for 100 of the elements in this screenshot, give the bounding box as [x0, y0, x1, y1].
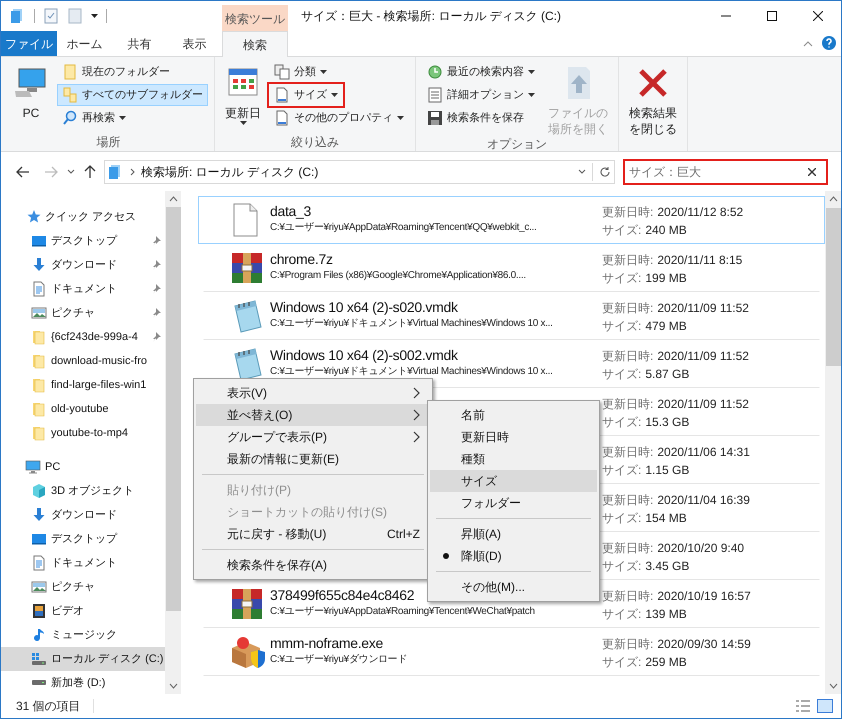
details-view-icon[interactable] [795, 699, 811, 713]
result-row[interactable]: chrome.7z C:¥Program Files (x86)¥Google¥Chrome¥Application¥86.0.... 更新日時: 2020/11/11 8:15 サイズ: 199 MB [203, 244, 820, 292]
menu-item[interactable]: サイズ [430, 470, 597, 492]
scroll-thumb[interactable] [166, 207, 180, 611]
ribbon-button[interactable]: PC [9, 61, 53, 125]
menu-label: サイズ [461, 473, 498, 490]
nav-item[interactable]: クイック アクセス [1, 205, 165, 229]
result-row[interactable]: data_3 C:¥ユーザー¥riyu¥AppData¥Roaming¥Tencent¥QQ¥webkit_c... 更新日時: 2020/11/12 8:52 サイズ: 240 MB [198, 196, 825, 244]
scroll-thumb[interactable] [826, 208, 840, 366]
caret-icon [528, 70, 535, 74]
nav-item[interactable]: find-large-files-win1 [1, 373, 165, 397]
clear-icon[interactable] [808, 168, 816, 176]
nav-item[interactable]: ダウンロード [1, 503, 165, 527]
up-arrow-icon[interactable] [84, 165, 96, 179]
nav-item[interactable]: download-music-fro [1, 349, 165, 373]
maximize-icon [767, 11, 777, 21]
nav-item[interactable]: ダウンロード [1, 253, 165, 277]
folder-icon [31, 425, 47, 441]
file-name: 378499f655c84e4c8462 [270, 586, 414, 605]
file-size: 199 MB [645, 270, 687, 287]
nav-item[interactable]: youtube-to-mp4 [1, 421, 165, 445]
nav-item[interactable]: 3D オブジェクト [1, 479, 165, 503]
menu-item[interactable]: フォルダー [430, 492, 597, 514]
ribbon-button[interactable]: 更新日 [221, 61, 265, 129]
nav-item[interactable]: ビデオ [1, 599, 165, 623]
menu-label: 種類 [461, 451, 486, 468]
file-name: chrome.7z [270, 250, 333, 269]
scrollbar[interactable] [825, 191, 841, 694]
nav-item[interactable]: old-youtube [1, 397, 165, 421]
nav-item[interactable]: デスクトップ [1, 527, 165, 551]
ribbon-button[interactable]: サイズ [269, 84, 343, 106]
ribbon-tab[interactable]: ホーム [57, 31, 112, 56]
menu-item[interactable]: 検索条件を保存(A) [196, 554, 430, 576]
ribbon-button[interactable]: 再検索 [57, 107, 131, 129]
picture-icon [31, 579, 47, 595]
nav-item[interactable]: {6cf243de-999a-4 [1, 325, 165, 349]
menu-item[interactable]: 昇順(A) [430, 523, 597, 545]
folder-icon [31, 353, 47, 369]
nav-item[interactable]: ミュージック [1, 623, 165, 647]
ribbon-button[interactable]: 最近の検索内容 [422, 61, 540, 83]
menu-item[interactable]: 降順(D) [430, 545, 597, 567]
caret-icon [331, 93, 338, 97]
scrollbar[interactable] [165, 191, 181, 694]
ribbon-button[interactable]: すべてのサブフォルダー [57, 84, 208, 106]
file-path: C:¥Program Files (x86)¥Google¥Chrome¥Application¥86.0.... [270, 269, 526, 283]
menu-item[interactable]: 最新の情報に更新(E) [196, 448, 430, 470]
menu-item[interactable]: 名前 [430, 404, 597, 426]
ribbon-button[interactable]: 詳細オプション [422, 84, 540, 106]
menu-label: フォルダー [461, 495, 522, 512]
search-field[interactable]: サイズ：巨大 [623, 159, 828, 185]
nav-item[interactable]: ドキュメント [1, 551, 165, 575]
modified-date: 2020/11/04 16:39 [657, 492, 750, 509]
menu-item[interactable]: 元に戻す - 移動(U) Ctrl+Z [196, 523, 430, 545]
save-icon [427, 110, 443, 126]
nav-item[interactable]: 新加巻 (D:) [1, 671, 165, 694]
file-tab[interactable]: ファイル [1, 31, 57, 56]
ribbon-tab[interactable]: 共有 [112, 31, 167, 56]
size-label: サイズ: [602, 366, 642, 383]
modified-date: 2020/11/09 11:52 [657, 300, 749, 317]
desktop-icon [31, 233, 47, 249]
ribbon-button[interactable]: 検索条件を保存 [422, 107, 529, 129]
pin-icon [151, 284, 161, 294]
date-label: 更新日時: [602, 396, 654, 413]
result-row[interactable]: mmm-noframe.exe C:¥ユーザー¥riyu¥ダウンロード 更新日時: 2020/09/30 14:59 サイズ: 259 MB [203, 628, 820, 676]
nav-item[interactable]: ピクチャ [1, 575, 165, 599]
nav-item[interactable]: ローカル ディスク (C:) [1, 647, 165, 671]
folder-icon [31, 329, 47, 345]
date-label: 更新日時: [602, 252, 654, 269]
ribbon-button[interactable]: 検索結果 を閉じる [625, 61, 681, 141]
properties-icon[interactable] [43, 8, 59, 24]
file-size: 139 MB [645, 606, 687, 623]
refresh-icon[interactable] [599, 166, 611, 178]
file-size: 259 MB [645, 654, 687, 671]
group-label: 絞り込み [291, 134, 339, 151]
nav-item[interactable]: ピクチャ [1, 301, 165, 325]
nav-item[interactable]: ドキュメント [1, 277, 165, 301]
tiles-view-icon[interactable] [817, 699, 833, 713]
size-label: サイズ: [602, 270, 642, 287]
menu-item[interactable]: 種類 [430, 448, 597, 470]
ribbon-button[interactable]: その他のプロパティ [269, 107, 409, 129]
ribbon-tab[interactable]: 表示 [167, 31, 222, 56]
group-label: 場所 [96, 134, 120, 151]
folder-icon [31, 401, 47, 417]
menu-item[interactable]: 更新日時 [430, 426, 597, 448]
nav-item[interactable]: PC [1, 455, 165, 479]
result-row[interactable]: Windows 10 x64 (2)-s020.vmdk C:¥ユーザー¥riyu¥ドキュメント¥Virtual Machines¥Windows 10 x... 更新日時: 2020/11/09 11:52 サイズ: 479 MB [203, 292, 820, 340]
file-path: C:¥ユーザー¥riyu¥ダウンロード [270, 653, 408, 667]
menu-item[interactable]: グループで表示(P) [196, 426, 430, 448]
ribbon-button[interactable]: 分類 [269, 61, 332, 83]
back-arrow-icon[interactable] [16, 166, 30, 178]
chevron-down-icon[interactable] [578, 169, 586, 175]
file-name: Windows 10 x64 (2)-s002.vmdk [270, 346, 458, 365]
ribbon-tab[interactable]: 検索 [222, 31, 288, 57]
chevron-down-icon[interactable] [67, 169, 75, 175]
ribbon-button[interactable]: 現在のフォルダー [57, 61, 175, 83]
pin-icon [151, 236, 161, 246]
menu-item[interactable]: 並べ替え(O) [196, 404, 430, 426]
address-bar[interactable]: 検索場所: ローカル ディスク (C:) [104, 160, 615, 184]
modified-date: 2020/10/20 9:40 [657, 540, 744, 557]
nav-item[interactable]: デスクトップ [1, 229, 165, 253]
